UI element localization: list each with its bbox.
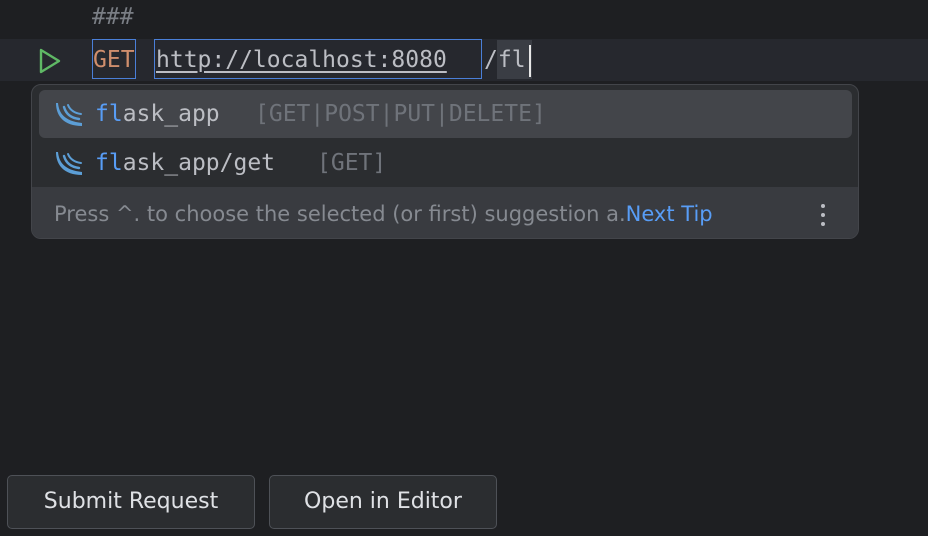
more-options-icon[interactable] (813, 201, 833, 229)
typed-path[interactable]: /fl (484, 44, 526, 76)
request-separator: ### (92, 4, 134, 30)
run-request-icon[interactable] (36, 47, 64, 75)
completion-item-label: flask_app (95, 101, 220, 127)
completion-item-flask-app-get[interactable]: flask_app/get [GET] (39, 139, 852, 187)
request-url[interactable]: http://localhost:8080 (156, 44, 447, 76)
text-caret (529, 45, 531, 77)
flask-icon (56, 103, 82, 126)
completion-tip-bar: Press ^. to choose the selected (or firs… (32, 187, 858, 238)
completion-item-flask-app[interactable]: flask_app [GET|POST|PUT|DELETE] (39, 90, 852, 138)
completion-item-label: flask_app/get (95, 150, 276, 176)
submit-request-button[interactable]: Submit Request (7, 475, 255, 529)
http-method[interactable]: GET (93, 44, 135, 76)
completion-item-methods: [GET] (317, 150, 387, 176)
tip-text: Press ^. to choose the selected (or firs… (54, 202, 713, 226)
flask-icon (56, 152, 82, 175)
next-tip-link[interactable]: Next Tip (626, 202, 713, 226)
http-client-editor[interactable]: ### GET http://localhost:8080 /fl flask_… (0, 0, 928, 536)
completion-item-methods: [GET|POST|PUT|DELETE] (255, 101, 546, 127)
completion-popup: flask_app [GET|POST|PUT|DELETE] flask_ap… (31, 84, 859, 239)
open-in-editor-button[interactable]: Open in Editor (269, 475, 497, 529)
